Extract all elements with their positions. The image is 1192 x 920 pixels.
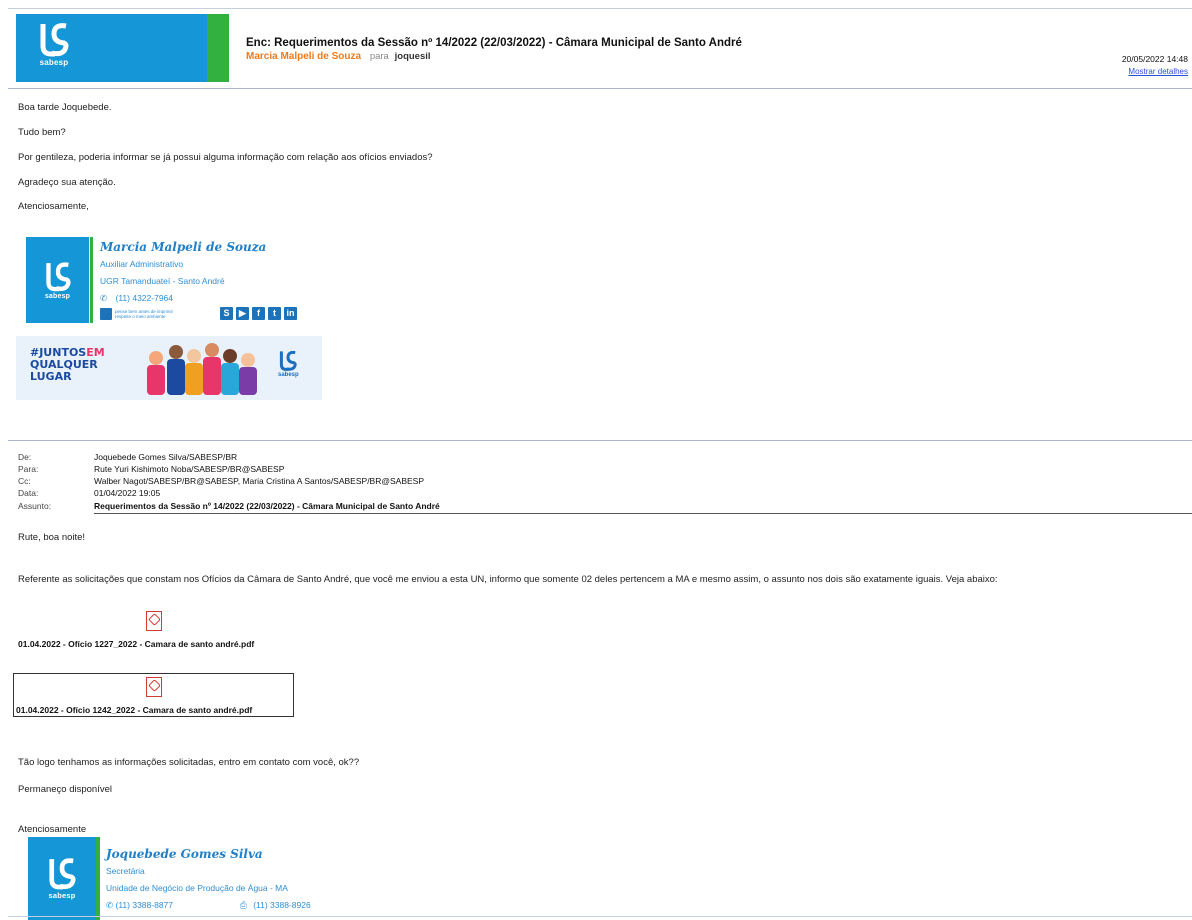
youtube-icon[interactable]: ▶ xyxy=(236,307,249,320)
attachment-link[interactable]: 01.04.2022 - Ofício 1242_2022 - Camara d… xyxy=(16,705,252,715)
logo-green-bar xyxy=(207,14,229,82)
signature-fax: (11) 3388-8926 xyxy=(253,900,311,910)
signature-name: Marcia Malpeli de Souza xyxy=(100,240,267,254)
sabesp-logo-icon xyxy=(45,261,71,291)
signature-logo: sabesp xyxy=(28,837,96,920)
signature-green-bar xyxy=(90,237,93,323)
forward-paragraph: Referente as solicitações que constam no… xyxy=(18,574,998,585)
signature-phone: (11) 4322-7964 xyxy=(115,293,174,303)
signature-unit: Unidade de Negócio de Produção de Água -… xyxy=(106,883,288,893)
twitter-icon[interactable]: t xyxy=(268,307,281,320)
closing-line: Permaneço disponível xyxy=(18,784,112,795)
signature-tagline: pense bem antes de imprimir respeite o m… xyxy=(115,309,174,319)
to-recipient[interactable]: joquesil xyxy=(395,51,431,62)
closing-line: Atenciosamente xyxy=(18,824,87,835)
banner-logo-text: sabesp xyxy=(278,372,299,378)
signature-phone-row: ✆ (11) 4322-7964 xyxy=(100,293,173,304)
sabesp-logo-icon xyxy=(280,350,298,371)
email-date: 20/05/2022 14:48 xyxy=(1121,54,1188,64)
phone-icon: ✆ xyxy=(106,900,114,910)
banner-logo: sabesp xyxy=(278,350,299,378)
attachment-link[interactable]: 01.04.2022 - Ofício 1227_2022 - Camara d… xyxy=(18,639,254,649)
logo-text: sabesp xyxy=(39,58,69,67)
signature-unit: UGR Tamanduateí - Santo André xyxy=(100,276,225,286)
signature-logo: sabesp xyxy=(26,237,89,323)
show-details-link[interactable]: Mostrar detalhes xyxy=(1128,67,1188,76)
cc-label: Cc: xyxy=(18,476,31,486)
message-line: Por gentileza, poderia informar se já po… xyxy=(18,152,433,163)
linkedin-icon[interactable]: in xyxy=(284,307,297,320)
signature-phone: (11) 3388-8877 xyxy=(115,900,174,910)
date-value: 01/04/2022 19:05 xyxy=(94,488,161,498)
sender-line: Marcia Malpeli de Souza para joquesil xyxy=(246,51,431,62)
subject-label: Assunto: xyxy=(18,501,52,511)
forward-greeting: Rute, boa noite! xyxy=(18,532,86,543)
top-divider xyxy=(8,8,1192,9)
signature-role: Secretária xyxy=(106,866,145,876)
banner-line3: LUGAR xyxy=(30,370,72,383)
cc-value: Walber Nagot/SABESP/BR@SABESP, Maria Cri… xyxy=(94,476,425,486)
signature-name: Joquebede Gomes Silva xyxy=(106,847,263,861)
sabesp-logo-icon xyxy=(49,858,76,890)
meta-divider xyxy=(94,513,1192,514)
signature-tagline-row: pense bem antes de imprimir respeite o m… xyxy=(100,308,175,320)
signature-role: Auxiliar Administrativo xyxy=(100,259,184,269)
bottom-divider xyxy=(8,916,1192,917)
logo-text: sabesp xyxy=(44,292,71,300)
people-illustration xyxy=(147,343,257,395)
signature-phone-row: ✆ (11) 3388-8877 xyxy=(106,900,173,911)
header-logo: sabesp xyxy=(16,14,229,82)
to-label: para xyxy=(369,51,389,62)
email-subject: Enc: Requerimentos da Sessão nº 14/2022 … xyxy=(246,37,742,49)
phone-icon: ✆ xyxy=(100,293,108,303)
banner-slogan: #JUNTOSEM QUALQUER LUGAR xyxy=(30,347,105,383)
pdf-icon[interactable] xyxy=(146,677,162,697)
message-line: Atenciosamente, xyxy=(18,201,89,212)
social-icons: S ▶ f t in xyxy=(220,307,300,320)
sabesp-icon[interactable]: S xyxy=(220,307,233,320)
closing-line: Tão logo tenhamos as informações solicit… xyxy=(18,757,360,768)
printer-icon xyxy=(100,308,112,320)
to-field-label: Para: xyxy=(18,464,39,474)
message-line: Tudo bem? xyxy=(18,127,66,138)
message-line: Boa tarde Joquebede. xyxy=(18,102,112,113)
subject-value: Requerimentos da Sessão nº 14/2022 (22/0… xyxy=(94,501,440,511)
date-label: Data: xyxy=(18,488,39,498)
message-line: Agradeço sua atenção. xyxy=(18,177,116,188)
pdf-icon[interactable] xyxy=(146,611,162,631)
juntos-banner: #JUNTOSEM QUALQUER LUGAR sabesp xyxy=(16,336,322,400)
from-value: Joquebede Gomes Silva/SABESP/BR xyxy=(94,452,238,462)
header-divider xyxy=(8,88,1192,89)
signature-green-bar xyxy=(96,837,100,920)
fax-icon: ⎙ xyxy=(240,900,247,910)
facebook-icon[interactable]: f xyxy=(252,307,265,320)
logo-text: sabesp xyxy=(48,891,76,900)
from-label: De: xyxy=(18,452,32,462)
sender-name[interactable]: Marcia Malpeli de Souza xyxy=(246,51,361,62)
sabesp-logo-icon: sabesp xyxy=(34,22,74,78)
signature-fax-row: ⎙ (11) 3388-8926 xyxy=(240,900,311,911)
forward-divider xyxy=(8,440,1192,441)
to-field-value: Rute Yuri Kishimoto Noba/SABESP/BR@SABES… xyxy=(94,464,285,474)
